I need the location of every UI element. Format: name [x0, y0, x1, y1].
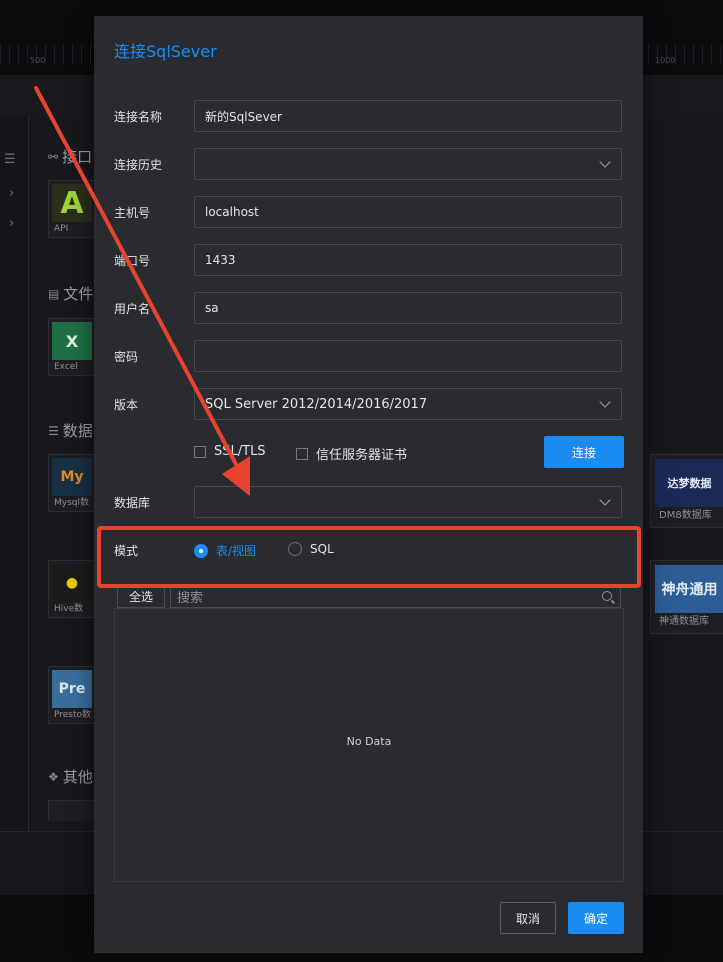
- grid-icon: ❖: [48, 769, 59, 784]
- database-select[interactable]: [194, 486, 622, 518]
- port-input[interactable]: 1433: [194, 244, 622, 276]
- api-icon: A: [52, 184, 92, 222]
- name-label: 连接名称: [114, 110, 163, 124]
- dm8-icon: 达梦数据: [655, 459, 723, 507]
- checkbox-icon[interactable]: [194, 445, 206, 458]
- host-label: 主机号: [114, 206, 151, 220]
- connection-name-input[interactable]: 新的SqlSever: [194, 100, 622, 132]
- connection-history-select[interactable]: [194, 148, 622, 180]
- presto-card[interactable]: Pre Presto数: [48, 666, 96, 724]
- checkbox-icon[interactable]: [296, 447, 308, 460]
- chevron-down-icon: [599, 396, 611, 408]
- hive-card[interactable]: ● Hive数: [48, 560, 96, 618]
- version-select[interactable]: SQL Server 2012/2014/2016/2017: [194, 388, 622, 420]
- api-card[interactable]: A API: [48, 180, 96, 238]
- database-label: 数据库: [114, 496, 151, 510]
- shentong-icon: 神舟通用: [655, 565, 723, 613]
- password-label: 密码: [114, 350, 139, 364]
- excel-icon: X: [52, 322, 92, 360]
- mysql-icon: My: [52, 458, 92, 496]
- ruler-label: 1000: [655, 56, 676, 65]
- dm8-card[interactable]: 达梦数据 DM8数据库: [650, 454, 723, 528]
- section-interface: ⚯ 接口: [48, 148, 93, 166]
- history-label: 连接历史: [114, 158, 163, 172]
- table-list: No Data: [114, 608, 624, 882]
- presto-icon: Pre: [52, 670, 92, 708]
- mysql-card[interactable]: My Mysql数: [48, 454, 96, 512]
- chevron-right-icon[interactable]: ›: [9, 216, 14, 231]
- section-other: ❖ 其他: [48, 768, 93, 786]
- section-database: ☰ 数据: [48, 422, 93, 440]
- search-icon: [602, 591, 612, 601]
- host-input[interactable]: localhost: [194, 196, 622, 228]
- background-left-rail: ☰ › ›: [0, 116, 29, 831]
- connection-dialog: 连接SqlSever 连接名称 新的SqlSever 连接历史 主机号 loca…: [94, 16, 643, 953]
- password-input[interactable]: [194, 340, 622, 372]
- empty-state-text: No Data: [346, 735, 392, 748]
- dialog-title: 连接SqlSever: [114, 42, 217, 61]
- collapse-menu-icon[interactable]: ☰: [4, 152, 16, 167]
- ruler-label: 500: [30, 56, 46, 65]
- connect-button[interactable]: 连接: [544, 436, 624, 468]
- database-icon: ☰: [48, 423, 59, 438]
- port-label: 端口号: [114, 254, 151, 268]
- ssl-checkbox[interactable]: SSL/TLS: [194, 444, 266, 459]
- chevron-down-icon: [599, 156, 611, 168]
- version-label: 版本: [114, 398, 139, 412]
- cancel-button[interactable]: 取消: [500, 902, 556, 934]
- username-input[interactable]: sa: [194, 292, 622, 324]
- file-icon: ▤: [48, 286, 60, 301]
- section-file: ▤ 文件: [48, 285, 94, 303]
- hive-icon: ●: [52, 564, 92, 602]
- user-label: 用户名: [114, 302, 151, 316]
- chevron-down-icon: [599, 494, 611, 506]
- shentong-card[interactable]: 神舟通用 神通数据库: [650, 560, 723, 634]
- excel-card[interactable]: X Excel: [48, 318, 96, 376]
- trust-certificate-checkbox[interactable]: 信任服务器证书: [296, 444, 407, 463]
- ok-button[interactable]: 确定: [568, 902, 624, 934]
- annotation-highlight-box: [97, 526, 641, 588]
- chevron-right-icon[interactable]: ›: [9, 186, 14, 201]
- other-card[interactable]: [48, 800, 96, 821]
- link-icon: ⚯: [48, 149, 59, 164]
